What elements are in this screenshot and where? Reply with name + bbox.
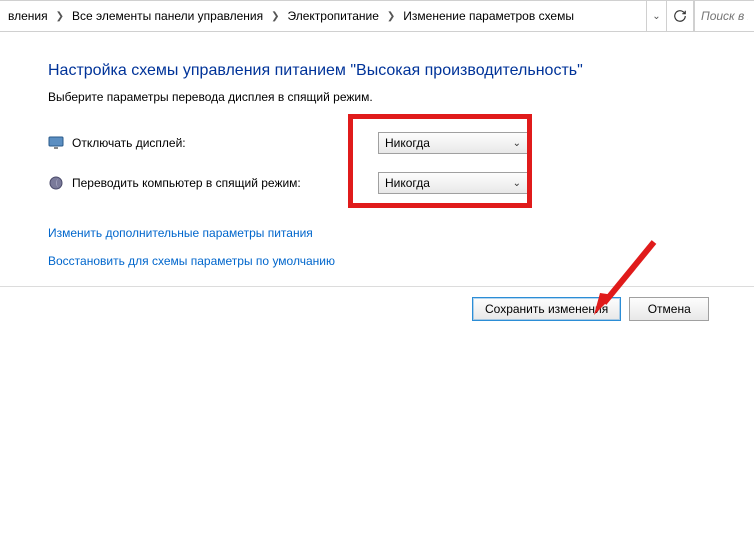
breadcrumb-item-2[interactable]: Электропитание — [284, 1, 383, 31]
select-sleep[interactable]: Никогда ⌄ — [378, 172, 528, 194]
divider — [0, 286, 754, 287]
content-area: Настройка схемы управления питанием "Выс… — [0, 32, 754, 321]
chevron-right-icon[interactable]: ❯ — [52, 11, 68, 22]
settings-group: Отключать дисплей: Никогда ⌄ Переводить … — [48, 132, 528, 194]
cancel-button[interactable]: Отмена — [629, 297, 709, 321]
chevron-down-icon: ⌄ — [513, 138, 521, 149]
button-row: Сохранить изменения Отмена — [48, 297, 754, 321]
links-group: Изменить дополнительные параметры питани… — [48, 226, 754, 268]
chevron-right-icon[interactable]: ❯ — [267, 11, 283, 22]
chevron-down-icon: ⌄ — [652, 11, 660, 22]
breadcrumb-item-1[interactable]: Все элементы панели управления — [68, 1, 267, 31]
page-title: Настройка схемы управления питанием "Выс… — [48, 62, 754, 80]
setting-label-display: Отключать дисплей: — [72, 136, 372, 150]
setting-row-sleep: Переводить компьютер в спящий режим: Ник… — [48, 172, 528, 194]
select-value: Никогда — [385, 136, 430, 150]
setting-label-sleep: Переводить компьютер в спящий режим: — [72, 176, 372, 190]
select-turn-off-display[interactable]: Никогда ⌄ — [378, 132, 528, 154]
breadcrumb: вления ❯ Все элементы панели управления … — [0, 1, 646, 31]
address-dropdown-button[interactable]: ⌄ — [646, 1, 666, 31]
breadcrumb-item-3[interactable]: Изменение параметров схемы — [399, 1, 578, 31]
address-bar: вления ❯ Все элементы панели управления … — [0, 0, 754, 32]
breadcrumb-item-0[interactable]: вления — [4, 1, 52, 31]
moon-icon — [48, 175, 64, 191]
setting-row-display: Отключать дисплей: Никогда ⌄ — [48, 132, 528, 154]
chevron-down-icon: ⌄ — [513, 178, 521, 189]
chevron-right-icon[interactable]: ❯ — [383, 11, 399, 22]
search-input[interactable] — [694, 1, 754, 31]
refresh-button[interactable] — [666, 1, 694, 31]
page-description: Выберите параметры перевода дисплея в сп… — [48, 90, 754, 104]
monitor-icon — [48, 135, 64, 151]
refresh-icon — [673, 9, 687, 23]
link-restore-defaults[interactable]: Восстановить для схемы параметры по умол… — [48, 254, 754, 268]
select-value: Никогда — [385, 176, 430, 190]
save-button[interactable]: Сохранить изменения — [472, 297, 621, 321]
link-advanced-settings[interactable]: Изменить дополнительные параметры питани… — [48, 226, 754, 240]
